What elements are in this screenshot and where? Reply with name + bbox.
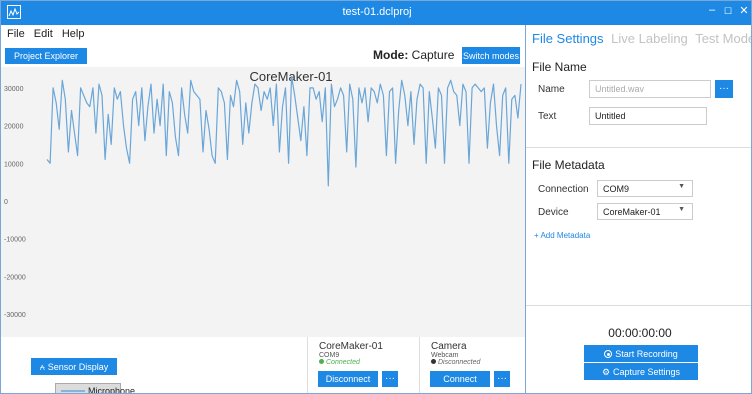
window-title: test-01.dclproj (342, 6, 412, 18)
project-explorer-button[interactable]: Project Explorer (5, 48, 87, 64)
disconnect-button[interactable]: Disconnect (318, 371, 378, 387)
sensor-display-label: Sensor Display (47, 362, 109, 372)
menu-help[interactable]: Help (56, 25, 85, 40)
chart-svg: CoreMaker-013000020000100000-10000-20000… (4, 69, 522, 319)
device-more-button[interactable]: ··· (494, 371, 510, 387)
y-tick-label: 20000 (4, 124, 24, 131)
mode-value: Capture (411, 48, 455, 62)
menu-file[interactable]: File (1, 25, 25, 40)
gear-icon: ⚙ (601, 367, 611, 377)
device-card-coremaker: CoreMaker-01 COM9 Connected (319, 341, 383, 366)
y-tick-label: 0 (4, 199, 8, 206)
capture-settings-button[interactable]: ⚙ Capture Settings (584, 363, 698, 380)
text-label: Text (538, 111, 557, 122)
start-recording-button[interactable]: Start Recording (584, 345, 698, 362)
menu-edit[interactable]: Edit (28, 25, 53, 40)
y-tick-label: -20000 (4, 274, 26, 281)
switch-modes-button[interactable]: Switch modes (462, 47, 520, 64)
section-divider (526, 305, 751, 306)
name-label: Name (538, 84, 565, 95)
device-status: Connected (319, 359, 383, 366)
menu-bar: File Edit Help (1, 25, 84, 43)
tab-test-model[interactable]: Test Model (695, 31, 751, 46)
status-dot-icon (319, 359, 324, 364)
device-status: Disconnected (431, 359, 480, 366)
app-window: test-01.dclproj – ☐ ✕ File Edit Help Pro… (0, 0, 752, 394)
y-tick-label: 30000 (4, 86, 24, 93)
file-metadata-heading: File Metadata (532, 158, 605, 172)
maximize-button[interactable]: ☐ (721, 6, 735, 17)
minimize-button[interactable]: – (705, 4, 719, 16)
y-tick-label: 10000 (4, 161, 24, 168)
chevron-down-icon: ▼ (678, 183, 685, 190)
chart-legend[interactable]: Microphone (55, 383, 135, 393)
mode-label: Mode: (373, 48, 409, 62)
chevron-down-icon: ▼ (678, 206, 685, 213)
device-name: CoreMaker-01 (319, 341, 383, 352)
device-status-text: Disconnected (438, 359, 481, 366)
device-select[interactable]: CoreMaker-01 ▼ (597, 203, 693, 220)
sensor-chart: CoreMaker-01 30000 20000 10000 0 -10000 -20000… (1, 67, 525, 393)
sensor-display-icon: ⩜ (39, 362, 45, 372)
section-divider (526, 147, 751, 148)
start-recording-label: Start Recording (615, 349, 678, 359)
device-status-text: Connected (326, 359, 360, 366)
y-tick-label: -30000 (4, 312, 26, 319)
close-button[interactable]: ✕ (737, 4, 751, 17)
right-panel: File Settings Live Labeling Test Model F… (525, 25, 751, 393)
sensor-display-button[interactable]: ⩜ Sensor Display (31, 358, 117, 375)
right-tabs: File Settings Live Labeling Test Model (532, 31, 751, 46)
browse-button[interactable]: ··· (715, 80, 733, 98)
capture-settings-label: Capture Settings (613, 367, 681, 377)
y-tick-label: -10000 (4, 237, 26, 244)
title-bar: test-01.dclproj – ☐ ✕ (1, 1, 751, 25)
connect-button[interactable]: Connect (430, 371, 490, 387)
mode-indicator: Mode: Capture (373, 48, 454, 62)
device-value: CoreMaker-01 (603, 207, 661, 217)
connection-select[interactable]: COM9 ▼ (597, 180, 693, 197)
tab-live-labeling[interactable]: Live Labeling (611, 31, 688, 46)
file-name-heading: File Name (532, 60, 587, 74)
device-port: COM9 (319, 352, 340, 359)
status-dot-icon (431, 359, 436, 364)
record-icon (604, 350, 613, 358)
add-metadata-link[interactable]: + Add Metadata (534, 231, 590, 240)
device-more-button[interactable]: ··· (382, 371, 398, 387)
legend-swatch (61, 390, 85, 392)
device-label: Device (538, 207, 569, 218)
connection-value: COM9 (603, 184, 630, 194)
device-divider (419, 337, 420, 393)
text-input[interactable]: Untitled (589, 107, 707, 125)
tab-file-settings[interactable]: File Settings (532, 31, 604, 46)
series-line-microphone (46, 75, 522, 187)
device-port: Webcam (431, 352, 459, 359)
device-divider (307, 337, 308, 393)
name-input[interactable]: Untitled.wav (589, 80, 711, 98)
device-name: Camera (431, 341, 467, 352)
legend-label: Microphone (88, 386, 136, 394)
device-card-camera: Camera Webcam Disconnected (431, 341, 480, 366)
recording-timer: 00:00:00:00 (608, 326, 672, 340)
connection-label: Connection (538, 184, 589, 195)
